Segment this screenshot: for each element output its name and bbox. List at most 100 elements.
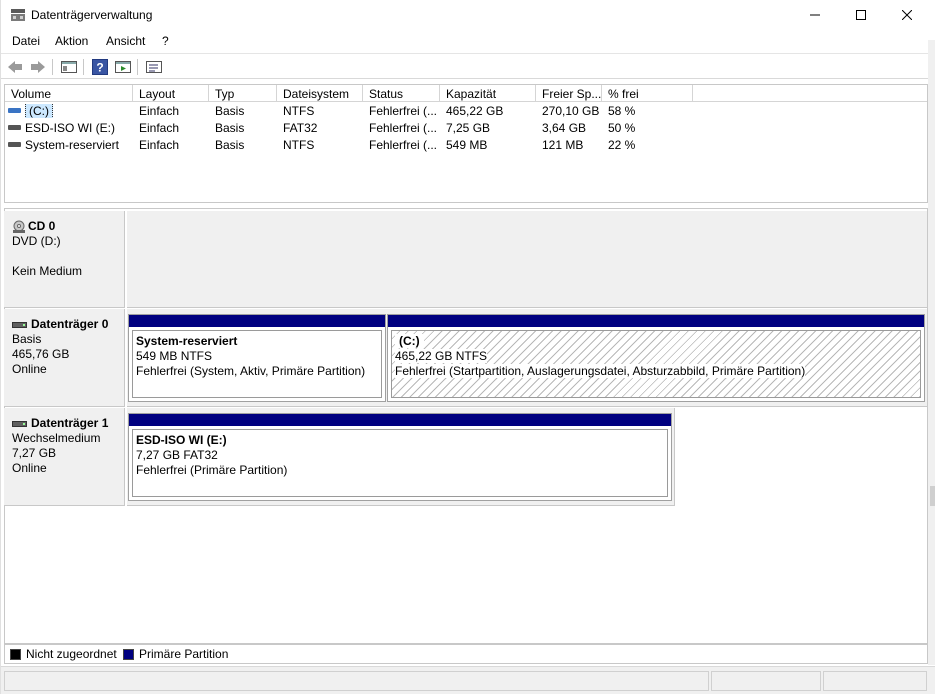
forward-icon [31, 61, 45, 73]
disk-name: Datenträger 1 [12, 416, 124, 431]
volume-disk-icon [8, 108, 21, 114]
volume-cell: ESD-ISO WI (E:) [8, 121, 115, 135]
disk-management-app-icon [11, 9, 25, 21]
partition-size: 549 MB NTFS [136, 349, 213, 363]
disk-status: Kein Medium [12, 264, 83, 278]
percent-free-cell: 58 % [608, 104, 636, 118]
back-button[interactable] [6, 58, 24, 76]
disk-size: 7,27 GB [12, 446, 57, 460]
minimize-icon [810, 14, 820, 16]
properties-button[interactable] [145, 58, 163, 76]
partition-status: Fehlerfrei (Startpartition, Auslagerungs… [395, 364, 806, 378]
primary-partition-bar [388, 315, 924, 327]
partition-name: System-reserviert [136, 334, 238, 348]
column-header-status[interactable]: Status [363, 85, 440, 102]
help-icon: ? [92, 59, 108, 75]
minimize-button[interactable] [792, 0, 838, 30]
toolbar-separator [83, 59, 84, 75]
capacity-cell: 7,25 GB [446, 121, 491, 135]
partition-status: Fehlerfrei (System, Aktiv, Primäre Parti… [136, 364, 366, 378]
legend: Nicht zugeordnet Primäre Partition [4, 644, 928, 664]
disk-label-disk1[interactable]: Datenträger 1 Wechselmedium 7,27 GB Onli… [4, 408, 125, 506]
disk-name: Datenträger 0 [12, 317, 124, 332]
capacity-cell: 549 MB [446, 138, 488, 152]
action-pane-icon [115, 61, 131, 73]
forward-button[interactable] [29, 58, 47, 76]
disk-status: Online [12, 362, 47, 376]
partition-name: ESD-ISO WI (E:) [136, 433, 227, 447]
partition-body: System-reserviert 549 MB NTFS Fehlerfrei… [132, 330, 382, 398]
capacity-cell: 465,22 GB [446, 104, 504, 118]
disk-label-disk0[interactable]: Datenträger 0 Basis 465,76 GB Online [4, 309, 125, 407]
primary-partition-bar [129, 414, 671, 426]
toolbar: ? [1, 53, 935, 79]
window-title: Datenträgerverwaltung [31, 8, 153, 22]
status-cell: Fehlerfrei (... [369, 104, 438, 118]
cd-drive-icon [13, 220, 25, 233]
volume-row[interactable]: (C:) Einfach Basis NTFS Fehlerfrei (... … [5, 103, 927, 120]
disk-area-cd0 [127, 211, 927, 308]
type-cell: Basis [215, 138, 245, 152]
disk-type: Wechselmedium [12, 431, 101, 445]
percent-free-cell: 22 % [608, 138, 636, 152]
disk-management-window: Datenträgerverwaltung Datei Aktion Ansic… [0, 0, 935, 694]
menu-file[interactable]: Datei [12, 34, 40, 48]
vertical-scrollbar[interactable] [928, 40, 935, 665]
partition-size: 465,22 GB NTFS [395, 349, 488, 363]
menu-bar: Datei Aktion Ansicht ? [1, 30, 935, 52]
layout-cell: Einfach [139, 138, 180, 152]
type-cell: Basis [215, 104, 245, 118]
partition-system-reserved[interactable]: System-reserviert 549 MB NTFS Fehlerfrei… [128, 314, 386, 402]
back-icon [8, 61, 22, 73]
close-icon [902, 10, 912, 20]
column-header-capacity[interactable]: Kapazität [440, 85, 536, 102]
column-header-free-space[interactable]: Freier Sp... [536, 85, 602, 102]
menu-help[interactable]: ? [162, 34, 169, 48]
volume-list: Volume Layout Typ Dateisystem Status Kap… [4, 84, 928, 203]
column-header-filesystem[interactable]: Dateisystem [277, 85, 363, 102]
console-tree-button[interactable] [60, 58, 78, 76]
menu-view[interactable]: Ansicht [106, 34, 145, 48]
status-bar [1, 666, 935, 694]
filesystem-cell: NTFS [283, 138, 315, 152]
volume-cell: System-reserviert [8, 138, 119, 152]
disk-label-cd0[interactable]: CD 0 DVD (D:) Kein Medium [4, 211, 125, 308]
disk-area-disk1: ESD-ISO WI (E:) 7,27 GB FAT32 Fehlerfrei… [127, 408, 675, 506]
legend-unallocated: Nicht zugeordnet [10, 647, 117, 661]
partition-size: 7,27 GB FAT32 [136, 448, 218, 462]
column-header-volume[interactable]: Volume [5, 85, 133, 102]
help-button[interactable]: ? [91, 58, 109, 76]
percent-free-cell: 50 % [608, 121, 636, 135]
title-bar: Datenträgerverwaltung [1, 0, 935, 30]
volume-row[interactable]: ESD-ISO WI (E:) Einfach Basis FAT32 Fehl… [5, 120, 927, 137]
partition-esd-iso[interactable]: ESD-ISO WI (E:) 7,27 GB FAT32 Fehlerfrei… [128, 413, 672, 501]
column-header-layout[interactable]: Layout [133, 85, 209, 102]
hard-disk-icon [12, 321, 27, 328]
layout-cell: Einfach [139, 104, 180, 118]
menu-action[interactable]: Aktion [55, 34, 88, 48]
toolbar-separator [52, 59, 53, 75]
maximize-button[interactable] [838, 0, 884, 30]
partition-c-drive[interactable]: (C:) 465,22 GB NTFS Fehlerfrei (Startpar… [387, 314, 925, 402]
removable-disk-icon [12, 420, 27, 427]
status-cell: Fehlerfrei (... [369, 138, 438, 152]
console-tree-icon [61, 61, 77, 73]
free-space-cell: 3,64 GB [542, 121, 587, 135]
type-cell: Basis [215, 121, 245, 135]
volume-row[interactable]: System-reserviert Einfach Basis NTFS Feh… [5, 137, 927, 154]
volume-cell: (C:) [8, 104, 53, 118]
disk-name: CD 0 [12, 219, 124, 234]
toolbar-separator [137, 59, 138, 75]
column-header-percent-free[interactable]: % frei [602, 85, 693, 102]
partition-status: Fehlerfrei (Primäre Partition) [136, 463, 288, 477]
close-button[interactable] [884, 0, 930, 30]
partition-name: (C:) [395, 334, 920, 349]
primary-partition-bar [129, 315, 385, 327]
action-pane-button[interactable] [114, 58, 132, 76]
free-space-cell: 121 MB [542, 138, 584, 152]
scrollbar-thumb[interactable] [930, 486, 935, 506]
disk-area-disk0: System-reserviert 549 MB NTFS Fehlerfrei… [127, 309, 927, 407]
column-header-type[interactable]: Typ [209, 85, 277, 102]
free-space-cell: 270,10 GB [542, 104, 600, 118]
disk-type: Basis [12, 332, 42, 346]
